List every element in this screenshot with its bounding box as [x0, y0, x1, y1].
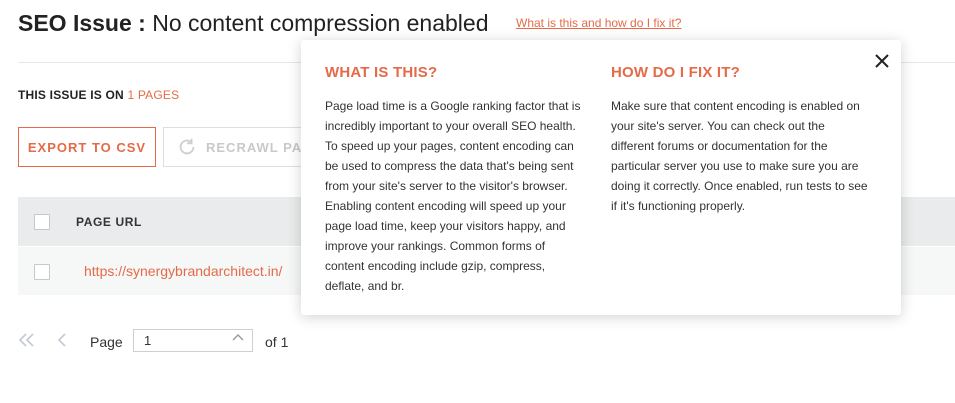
what-is-this-section: WHAT IS THIS? Page load time is a Google… [325, 64, 585, 296]
page-title-issue: No content compression enabled [152, 10, 489, 36]
page-number-value: 1 [144, 333, 152, 348]
how-to-fix-heading: HOW DO I FIX IT? [611, 64, 741, 81]
select-all-checkbox[interactable] [34, 214, 50, 230]
chevron-up-icon[interactable] [232, 332, 244, 344]
page-number-input[interactable]: 1 [133, 329, 253, 352]
column-header-page-url[interactable]: PAGE URL [76, 215, 142, 229]
refresh-icon [179, 138, 195, 155]
page-label: Page [90, 334, 123, 350]
page-url-link[interactable]: https://synergybrandarchitect.in/ [84, 263, 282, 279]
previous-page-icon[interactable] [56, 332, 68, 353]
page-title: SEO Issue : No content compression enabl… [18, 10, 488, 37]
recrawl-pages-button[interactable]: RECRAWL PAGES [163, 127, 313, 167]
seo-issue-page: SEO Issue : No content compression enabl… [0, 0, 955, 403]
what-is-this-body: Page load time is a Google ranking facto… [325, 99, 581, 293]
close-icon[interactable] [873, 52, 891, 70]
help-link[interactable]: What is this and how do I fix it? [516, 16, 681, 30]
issue-help-popup: WHAT IS THIS? Page load time is a Google… [301, 40, 901, 315]
issue-count: THIS ISSUE IS ON 1 PAGES [18, 88, 179, 102]
page-title-prefix: SEO Issue : [18, 10, 146, 36]
issue-count-link[interactable]: 1 PAGES [127, 88, 179, 102]
page-total: of 1 [265, 334, 289, 350]
recrawl-label: RECRAWL PAGES [206, 139, 312, 155]
what-is-this-heading: WHAT IS THIS? [325, 64, 438, 81]
export-csv-button[interactable]: EXPORT TO CSV [18, 127, 156, 167]
issue-count-prefix: THIS ISSUE IS ON [18, 88, 124, 102]
how-to-fix-section: HOW DO I FIX IT? Make sure that content … [611, 64, 871, 216]
how-to-fix-body: Make sure that content encoding is enabl… [611, 99, 868, 213]
first-page-icon[interactable] [18, 332, 36, 353]
row-checkbox[interactable] [34, 264, 50, 280]
